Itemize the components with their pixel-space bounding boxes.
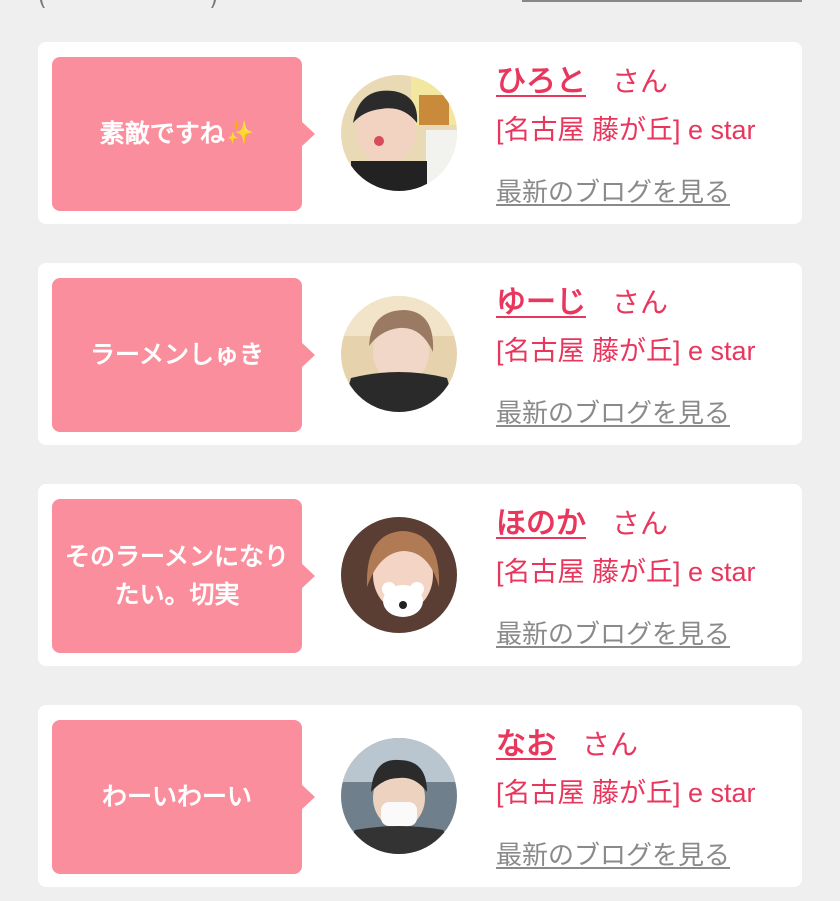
honorific: さん bbox=[582, 728, 639, 761]
shop-name: [名古屋 藤が丘] e star bbox=[496, 336, 756, 366]
member-name-link[interactable]: ゆーじ bbox=[496, 277, 586, 321]
latest-blog-link[interactable]: 最新のブログを見る bbox=[496, 835, 730, 872]
comment-text: そのラーメンになりたい。切実 bbox=[64, 542, 289, 609]
avatar-photo-2 bbox=[341, 296, 457, 412]
previous-content-stub: () bbox=[0, 0, 840, 12]
comment-bubble: わーいわーい bbox=[52, 720, 315, 874]
name-row: ひろと さん bbox=[496, 56, 668, 100]
comment-bubble: 素敵ですね ✨ bbox=[52, 57, 315, 211]
member-info: なお さん [名古屋 藤が丘] e star 最新のブログを見る bbox=[496, 705, 796, 887]
cropped-parenthesis: () bbox=[38, 0, 218, 11]
shop-name: [名古屋 藤が丘] e star bbox=[496, 115, 756, 145]
honorific: さん bbox=[612, 507, 669, 540]
latest-blog-link[interactable]: 最新のブログを見る bbox=[496, 172, 730, 209]
comment-card: ラーメンしゅき ゆーじ さん [名古屋 藤が丘] e star 最新のブログを見… bbox=[38, 263, 802, 445]
name-row: ほのか さん bbox=[496, 498, 668, 542]
member-info: ゆーじ さん [名古屋 藤が丘] e star 最新のブログを見る bbox=[496, 263, 796, 445]
comment-text: 素敵ですね bbox=[99, 119, 225, 148]
avatar[interactable] bbox=[341, 296, 457, 412]
cropped-link-underline bbox=[522, 0, 802, 2]
latest-blog-link[interactable]: 最新のブログを見る bbox=[496, 614, 730, 651]
avatar[interactable] bbox=[341, 75, 457, 191]
shop-name: [名古屋 藤が丘] e star bbox=[496, 557, 756, 587]
avatar-photo-1 bbox=[341, 75, 457, 191]
comment-card: そのラーメンになりたい。切実 ほのか さん [名古屋 藤が丘] e star 最… bbox=[38, 484, 802, 666]
member-name-link[interactable]: ほのか bbox=[496, 498, 586, 542]
comment-card: わーいわーい なお さん [名古屋 藤が丘] e star 最新のブログを見る bbox=[38, 705, 802, 887]
comment-text: ラーメンしゅき bbox=[89, 340, 264, 369]
comment-text: わーいわーい bbox=[101, 782, 252, 811]
avatar-photo-3 bbox=[341, 517, 457, 633]
avatar[interactable] bbox=[341, 517, 457, 633]
comment-bubble: そのラーメンになりたい。切実 bbox=[52, 499, 315, 653]
comment-card: 素敵ですね ✨ ひろと さん [名古屋 藤が丘] e star 最新のブログを見る bbox=[38, 42, 802, 224]
name-row: ゆーじ さん bbox=[496, 277, 668, 321]
member-info: ひろと さん [名古屋 藤が丘] e star 最新のブログを見る bbox=[496, 42, 796, 224]
member-info: ほのか さん [名古屋 藤が丘] e star 最新のブログを見る bbox=[496, 484, 796, 666]
sparkle-icon: ✨ bbox=[226, 121, 255, 146]
member-name-link[interactable]: ひろと bbox=[496, 56, 586, 100]
comment-bubble: ラーメンしゅき bbox=[52, 278, 315, 432]
name-row: なお さん bbox=[496, 719, 638, 763]
member-name-link[interactable]: なお bbox=[496, 719, 556, 763]
avatar-photo-4 bbox=[341, 738, 457, 854]
honorific: さん bbox=[612, 65, 669, 98]
latest-blog-link[interactable]: 最新のブログを見る bbox=[496, 393, 730, 430]
honorific: さん bbox=[612, 286, 669, 319]
avatar[interactable] bbox=[341, 738, 457, 854]
shop-name: [名古屋 藤が丘] e star bbox=[496, 778, 756, 808]
